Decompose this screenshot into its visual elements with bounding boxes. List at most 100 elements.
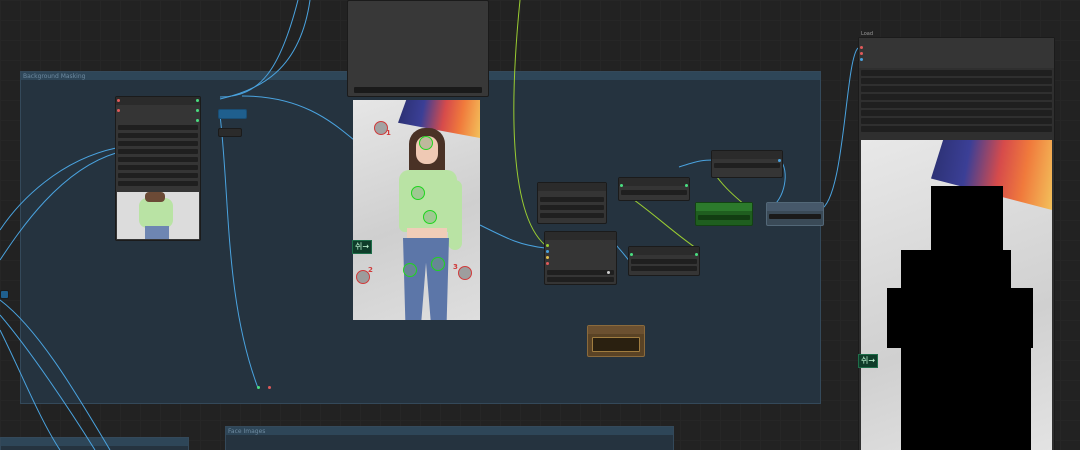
widget[interactable] [547,270,614,275]
wire [0,314,96,450]
node-load-image[interactable] [115,96,201,241]
points-editor-image[interactable]: 1 2 3 [353,100,480,320]
wire [219,0,299,98]
reroute-dot[interactable] [257,386,260,389]
node-header[interactable] [696,203,752,211]
mask-silhouette [901,346,1031,450]
widget[interactable] [621,190,687,195]
negative-point-marker[interactable] [458,266,472,280]
node-header[interactable] [629,247,699,255]
widget[interactable] [861,94,1052,100]
negative-point-label: 3 [453,263,458,271]
input-slot[interactable] [117,99,120,102]
node-header[interactable] [712,151,782,159]
negative-point-label: 1 [386,129,391,137]
widget[interactable] [698,215,750,220]
wire [0,329,61,450]
reroute-dot[interactable] [268,386,271,389]
node-graph-canvas[interactable]: Background Masking Face Images 1 2 3 쉬→ … [0,0,1080,450]
widget[interactable] [861,126,1052,132]
node-image-composite[interactable] [766,202,824,226]
widget[interactable] [118,141,198,146]
node-header[interactable] [767,203,823,211]
positive-point-marker[interactable] [419,136,433,150]
input-slot[interactable] [630,253,633,256]
output-slot[interactable] [196,119,199,122]
positive-point-marker[interactable] [403,263,417,277]
node-header[interactable] [545,232,616,240]
widget[interactable] [118,149,198,154]
output-slot[interactable] [778,159,781,162]
input-slot[interactable] [546,244,549,247]
widget[interactable] [547,277,614,282]
node-note-brown[interactable] [587,325,645,357]
node-points-editor-header[interactable] [347,0,489,97]
output-slot[interactable] [196,109,199,112]
wire [819,47,859,211]
wire [241,95,355,141]
wire [219,114,259,389]
node-header[interactable] [859,38,1054,68]
node-header[interactable] [116,97,200,105]
node-mask-to-image[interactable] [711,150,783,178]
reroute-node[interactable] [0,290,9,299]
node-mask-combine[interactable] [628,246,700,276]
widget[interactable] [118,173,198,178]
positive-point-marker[interactable] [423,210,437,224]
widget[interactable] [861,102,1052,108]
widget[interactable] [631,266,697,271]
wire [0,299,111,450]
widget[interactable] [714,163,780,168]
widget[interactable] [540,205,604,210]
node-header[interactable] [588,326,644,334]
exit-sign: 쉬→ [352,240,373,254]
reroute-node[interactable] [218,128,242,137]
mask-silhouette [901,250,1011,290]
node-header[interactable] [538,183,606,191]
widget[interactable] [861,78,1052,84]
input-slot[interactable] [117,109,120,112]
toggle-dot[interactable] [607,271,610,274]
output-slot[interactable] [695,253,698,256]
input-slot[interactable] [546,250,549,253]
input-slot[interactable] [860,58,863,61]
output-slot[interactable] [196,99,199,102]
widget[interactable] [354,87,482,93]
widget[interactable] [861,86,1052,92]
input-slot[interactable] [546,262,549,265]
node-title: Load [861,31,873,37]
input-slot[interactable] [620,184,623,187]
node-sam-segmentation[interactable] [544,231,617,285]
positive-point-marker[interactable] [431,257,445,271]
widget[interactable] [769,214,821,219]
positive-point-marker[interactable] [411,186,425,200]
reroute-node[interactable] [218,109,247,119]
widget[interactable] [118,133,198,138]
widget[interactable] [631,259,697,264]
output-slot[interactable] [685,184,688,187]
widget[interactable] [861,110,1052,116]
wire [678,159,714,168]
widget[interactable] [861,118,1052,124]
node-boolean-toggle[interactable] [695,202,753,226]
thumbnail-image [117,192,199,239]
widget[interactable] [540,197,604,202]
node-mask-op[interactable] [618,177,690,201]
widget[interactable] [540,213,604,218]
widget[interactable] [118,125,198,130]
wire [479,224,546,249]
widget[interactable] [861,70,1052,76]
node-preview-image[interactable]: Load [858,31,1055,450]
input-slot[interactable] [860,52,863,55]
widget[interactable] [118,181,198,186]
node-header[interactable] [619,178,689,186]
input-slot[interactable] [860,46,863,49]
widget[interactable] [118,165,198,170]
node-sam-model[interactable] [537,182,607,224]
arm-right [448,180,462,250]
widget[interactable] [118,157,198,162]
masked-output-image [861,140,1052,450]
widget[interactable] [592,337,640,352]
mask-silhouette [887,288,1033,348]
input-slot[interactable] [546,256,549,259]
